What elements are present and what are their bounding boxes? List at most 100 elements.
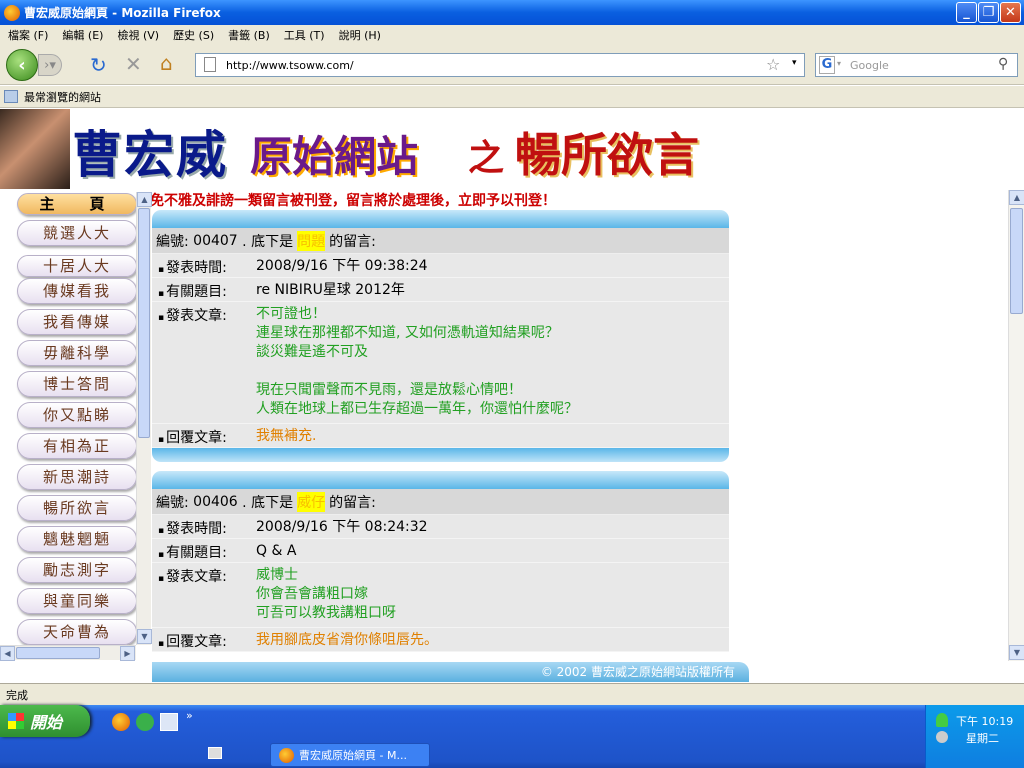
url-text: http://www.tsoww.com/ xyxy=(226,58,354,72)
sidebar-item-destiny[interactable]: 天命曹為 xyxy=(17,619,137,645)
back-button[interactable]: ‹ xyxy=(6,49,38,81)
article-line: 你會吾會講粗口嫁 xyxy=(256,586,368,602)
sidebar-nav: 主 頁 競選人大 十居人大 傳媒看我 我看傳媒 毋離科學 博士答問 你又點睇 有… xyxy=(0,192,150,659)
sidebar-item-word-test[interactable]: 勵志測字 xyxy=(17,557,137,583)
scroll-down-icon[interactable]: ▼ xyxy=(137,629,152,644)
window-title: 曹宏威原始網頁 - Mozilla Firefox xyxy=(24,6,221,20)
sidebar-item-home[interactable]: 主 頁 xyxy=(17,193,137,215)
notice-text: 免不雅及誹謗一類留言被刊登，留言將於處理後，立即予以刊登！ xyxy=(150,193,556,209)
post-author: 威仔 xyxy=(297,491,326,512)
post-time: 2008/9/16 下午 08:24:32 xyxy=(256,519,428,535)
time-label: 發表時間: xyxy=(152,515,256,538)
article-line: 連星球在那裡都不知道, 又如何憑軌道知結果呢？ xyxy=(256,325,559,341)
user-icon[interactable] xyxy=(936,713,948,727)
search-input[interactable]: G ▾ Google ⚲ xyxy=(815,53,1018,77)
sidebar-item-media-view-me[interactable]: 傳媒看我 xyxy=(17,278,137,304)
menu-help[interactable]: 說明 (H) xyxy=(339,27,381,43)
page-scroll-down-icon[interactable]: ▼ xyxy=(1009,645,1024,660)
post-subject: Q & A xyxy=(256,543,297,559)
banner: 曹宏威 原始網站 之 暢所欲言 xyxy=(0,109,730,189)
menu-file[interactable]: 檔案 (F) xyxy=(8,27,48,43)
post-reply-row: 回覆文章: 我無補充. xyxy=(152,424,729,448)
post-article-row: 發表文章: 威博士 你會吾會講粗口嫁 可吾可以教我講粗口呀 xyxy=(152,563,729,628)
sidebar-vertical-scrollbar[interactable]: ▲ ▼ xyxy=(136,192,152,645)
sidebar-item-photos[interactable]: 有相為正 xyxy=(17,433,137,459)
page-vertical-scrollbar[interactable]: ▲ ▼ xyxy=(1008,190,1024,661)
sidebar-item-i-view-media[interactable]: 我看傳媒 xyxy=(17,309,137,335)
search-icon[interactable]: ⚲ xyxy=(998,56,1008,72)
post-reply: 我用腳底皮省滑你條咀唇先。 xyxy=(256,632,438,648)
sidebar-item-qa[interactable]: 博士答問 xyxy=(17,371,137,397)
star-icon[interactable]: ☆ xyxy=(766,55,780,74)
menu-tools[interactable]: 工具 (T) xyxy=(284,27,325,43)
firefox-quicklaunch-icon[interactable] xyxy=(112,713,130,731)
home-icon[interactable]: ⌂ xyxy=(160,51,173,75)
close-button[interactable]: ✕ xyxy=(1000,2,1021,23)
article-line: 人類在地球上都已生存超過一萬年，你還怕什麼呢？ xyxy=(256,401,578,417)
sidebar-item-poems[interactable]: 新思潮詩 xyxy=(17,464,137,490)
sidebar-horizontal-scrollbar[interactable]: ◀ ▶ xyxy=(0,645,136,661)
menu-history[interactable]: 歷史 (S) xyxy=(173,27,214,43)
taskbar-item-label: 曹宏威原始網頁 - M... xyxy=(299,749,407,762)
scroll-left-icon[interactable]: ◀ xyxy=(0,646,15,661)
article-line xyxy=(256,362,729,381)
post-suffix: 的留言: xyxy=(329,494,376,511)
page-scroll-thumb[interactable] xyxy=(1010,208,1023,314)
keyboard-icon[interactable] xyxy=(208,747,222,759)
clock-time[interactable]: 下午 10:19 xyxy=(956,713,1013,729)
stop-icon[interactable]: ✕ xyxy=(125,52,142,76)
desktop-quicklaunch-icon[interactable] xyxy=(160,713,178,731)
engine-dropdown-icon[interactable]: ▾ xyxy=(837,59,841,68)
page-scroll-up-icon[interactable]: ▲ xyxy=(1009,190,1024,205)
bookmark-folder-icon xyxy=(4,90,18,103)
sidebar-item-forum[interactable]: 暢所欲言 xyxy=(17,495,137,521)
bookmarks-toolbar: 最常瀏覽的網站 xyxy=(0,86,1024,108)
dropdown-icon[interactable]: ▾ xyxy=(792,58,797,68)
post-header: 編號: 00406 . 底下是 威仔 的留言: xyxy=(152,489,729,515)
google-icon[interactable]: G xyxy=(819,56,835,74)
sidebar-item-election[interactable]: 競選人大 xyxy=(17,220,137,246)
reload-icon[interactable]: ↻ xyxy=(90,53,107,77)
page-content: 曹宏威 原始網站 之 暢所欲言 免不雅及誹謗一類留言被刊登，留言將於處理後，立即… xyxy=(0,109,1024,685)
post-id: 00407 xyxy=(193,232,238,249)
forward-button[interactable]: ›▾ xyxy=(38,54,62,76)
sidebar-item-kids[interactable]: 與童同樂 xyxy=(17,588,137,614)
copyright-footer: © 2002 曹宏威之原始網站版權所有 xyxy=(152,662,749,682)
scroll-up-icon[interactable]: ▲ xyxy=(137,192,152,207)
window-titlebar: 曹宏威原始網頁 - Mozilla Firefox _ ❐ ✕ xyxy=(0,0,1024,25)
post-cap xyxy=(152,471,729,489)
menu-bookmarks[interactable]: 書籤 (B) xyxy=(228,27,270,43)
sidebar-item-npc[interactable]: 十居人大 xyxy=(17,255,137,277)
restore-button[interactable]: ❐ xyxy=(978,2,999,23)
menu-edit[interactable]: 編輯 (E) xyxy=(62,27,103,43)
sidebar-item-science[interactable]: 毋離科學 xyxy=(17,340,137,366)
start-button[interactable]: 開始 xyxy=(0,705,90,737)
volume-icon[interactable] xyxy=(936,731,948,743)
article-line: 威博士 xyxy=(256,567,298,583)
quicklaunch-expand-icon[interactable]: » xyxy=(186,709,193,722)
post-cap xyxy=(152,210,729,228)
page-icon xyxy=(204,57,216,72)
messenger-quicklaunch-icon[interactable] xyxy=(136,713,154,731)
taskbar-item-firefox[interactable]: 曹宏威原始網頁 - M... xyxy=(270,743,430,767)
scroll-right-icon[interactable]: ▶ xyxy=(120,646,135,661)
banner-title-of: 之 xyxy=(468,137,505,179)
scroll-thumb[interactable] xyxy=(138,208,150,438)
system-tray: 下午 10:19 星期二 xyxy=(925,705,1024,768)
article-line: 現在只聞雷聲而不見雨，還是放鬆心情吧！ xyxy=(256,382,522,398)
reply-label: 回覆文章: xyxy=(152,628,256,651)
menu-view[interactable]: 檢視 (V) xyxy=(117,27,159,43)
sidebar-item-ghosts[interactable]: 魑魅魍魎 xyxy=(17,526,137,552)
sidebar-item-your-view[interactable]: 你又點睇 xyxy=(17,402,137,428)
bookmark-most-visited[interactable]: 最常瀏覽的網站 xyxy=(24,89,101,105)
url-bar[interactable]: http://www.tsoww.com/ ☆ ▾ xyxy=(195,53,805,77)
article-line: 可吾可以教我講粗口呀 xyxy=(256,605,396,621)
minimize-button[interactable]: _ xyxy=(956,2,977,23)
status-text: 完成 xyxy=(6,688,28,702)
scroll-thumb-h[interactable] xyxy=(16,647,100,659)
start-label: 開始 xyxy=(30,713,63,732)
banner-title-site: 原始網站 xyxy=(250,132,419,181)
post-reply-row: 回覆文章: 我用腳底皮省滑你條咀唇先。 xyxy=(152,628,729,652)
post-time-row: 發表時間: 2008/9/16 下午 09:38:24 xyxy=(152,254,729,278)
navigation-toolbar: ‹ ›▾ ↻ ✕ ⌂ http://www.tsoww.com/ ☆ ▾ G ▾… xyxy=(0,45,1024,85)
